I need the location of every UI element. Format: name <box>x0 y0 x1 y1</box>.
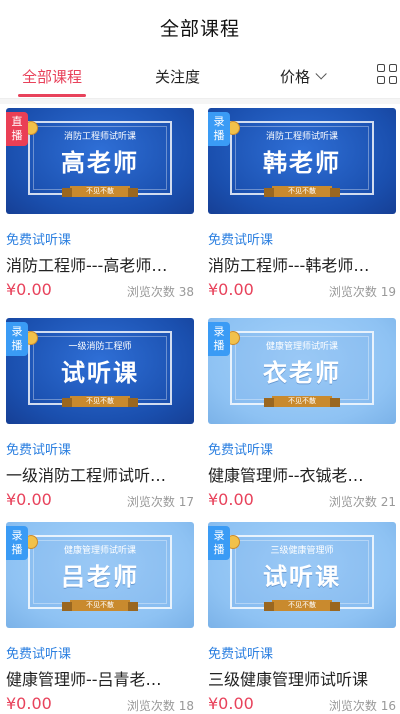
grid-view-icon[interactable] <box>377 64 399 86</box>
free-trial-tag: 免费试听课 <box>6 443 72 458</box>
view-count: 浏览次数 38 <box>126 285 194 299</box>
live-badge: 直播 <box>6 112 28 146</box>
view-count: 浏览次数 19 <box>328 285 396 299</box>
thumbnail-ribbon: 不见不散 <box>264 396 340 407</box>
course-name[interactable]: 健康管理师--衣铖老… <box>208 462 396 486</box>
thumbnail-subtitle: 一级消防工程师 <box>68 342 132 352</box>
thumbnail-subtitle: 消防工程师试听课 <box>63 132 136 142</box>
thumbnail-ribbon: 不见不散 <box>62 600 138 611</box>
course-card[interactable]: 健康管理师试听课 衣老师 不见不散 录播 免费试听课 健康管理师--衣铖老… ¥… <box>208 318 396 509</box>
course-price: ¥0.00 <box>208 694 254 713</box>
course-name[interactable]: 一级消防工程师试听… <box>6 462 194 486</box>
course-card[interactable]: 三级健康管理师 试听课 不见不散 录播 免费试听课 三级健康管理师试听课 ¥0.… <box>208 522 396 713</box>
course-thumbnail[interactable]: 一级消防工程师 试听课 不见不散 录播 <box>6 318 194 424</box>
thumbnail-subtitle: 消防工程师试听课 <box>265 132 338 142</box>
recorded-badge: 录播 <box>208 112 230 146</box>
course-name[interactable]: 消防工程师---韩老师… <box>208 252 396 276</box>
thumbnail-subtitle: 三级健康管理师 <box>270 546 334 556</box>
page-title: 全部课程 <box>159 17 240 40</box>
course-price: ¥0.00 <box>6 280 52 299</box>
tab-price[interactable]: 价格 <box>280 54 327 98</box>
view-count: 浏览次数 21 <box>328 495 396 509</box>
free-trial-tag: 免费试听课 <box>6 233 72 248</box>
course-price: ¥0.00 <box>6 694 52 713</box>
course-card[interactable]: 健康管理师试听课 吕老师 不见不散 录播 免费试听课 健康管理师--吕青老… ¥… <box>6 522 194 713</box>
course-thumbnail[interactable]: 消防工程师试听课 高老师 不见不散 直播 <box>6 108 194 214</box>
recorded-badge: 录播 <box>208 322 230 356</box>
course-card[interactable]: 消防工程师试听课 韩老师 不见不散 录播 免费试听课 消防工程师---韩老师… … <box>208 108 396 299</box>
course-price: ¥0.00 <box>208 490 254 509</box>
thumbnail-title: 高老师 <box>61 149 139 177</box>
course-card[interactable]: 消防工程师试听课 高老师 不见不散 直播 免费试听课 消防工程师---高老师… … <box>6 108 194 299</box>
free-trial-tag: 免费试听课 <box>6 647 72 662</box>
thumbnail-title: 吕老师 <box>61 563 139 591</box>
thumbnail-subtitle: 健康管理师试听课 <box>63 546 136 556</box>
thumbnail-ribbon: 不见不散 <box>264 600 340 611</box>
chevron-down-icon <box>315 68 327 80</box>
course-thumbnail[interactable]: 消防工程师试听课 韩老师 不见不散 录播 <box>208 108 396 214</box>
course-thumbnail[interactable]: 三级健康管理师 试听课 不见不散 录播 <box>208 522 396 628</box>
course-name[interactable]: 三级健康管理师试听课 <box>208 666 396 690</box>
view-count: 浏览次数 17 <box>126 495 194 509</box>
thumbnail-subtitle: 健康管理师试听课 <box>265 342 338 352</box>
divider <box>0 99 400 104</box>
course-price: ¥0.00 <box>6 490 52 509</box>
thumbnail-title: 试听课 <box>61 359 139 387</box>
page-header: 全部课程 <box>0 0 400 54</box>
course-name[interactable]: 消防工程师---高老师… <box>6 252 194 276</box>
course-price: ¥0.00 <box>208 280 254 299</box>
thumbnail-title: 衣老师 <box>263 359 341 387</box>
tab-price-label: 价格 <box>280 67 311 86</box>
course-name[interactable]: 健康管理师--吕青老… <box>6 666 194 690</box>
free-trial-tag: 免费试听课 <box>208 233 274 248</box>
recorded-badge: 录播 <box>6 526 28 560</box>
thumbnail-ribbon: 不见不散 <box>62 186 138 197</box>
tab-popularity[interactable]: 关注度 <box>155 54 200 98</box>
tab-all-courses[interactable]: 全部课程 <box>22 54 82 98</box>
thumbnail-ribbon: 不见不散 <box>264 186 340 197</box>
course-thumbnail[interactable]: 健康管理师试听课 吕老师 不见不散 录播 <box>6 522 194 628</box>
active-tab-indicator <box>18 94 86 97</box>
course-card[interactable]: 一级消防工程师 试听课 不见不散 录播 免费试听课 一级消防工程师试听… ¥0.… <box>6 318 194 509</box>
course-thumbnail[interactable]: 健康管理师试听课 衣老师 不见不散 录播 <box>208 318 396 424</box>
thumbnail-title: 试听课 <box>263 563 341 591</box>
recorded-badge: 录播 <box>208 526 230 560</box>
filter-tabs: 全部课程 关注度 价格 <box>0 54 400 99</box>
thumbnail-ribbon: 不见不散 <box>62 396 138 407</box>
thumbnail-title: 韩老师 <box>263 149 341 177</box>
free-trial-tag: 免费试听课 <box>208 647 274 662</box>
recorded-badge: 录播 <box>6 322 28 356</box>
free-trial-tag: 免费试听课 <box>208 443 274 458</box>
